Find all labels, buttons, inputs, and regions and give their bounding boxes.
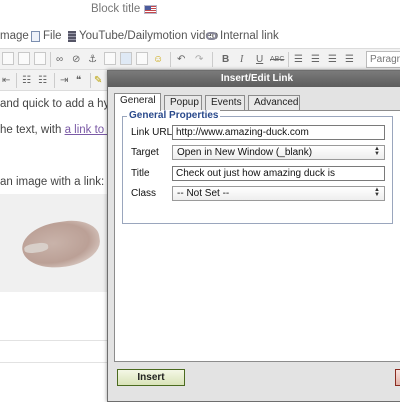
strikethrough-button[interactable]: ABC xyxy=(270,53,284,66)
class-select[interactable]: -- Not Set -- ▲ ▼ xyxy=(172,186,385,201)
content-line-2-text: he text, with xyxy=(0,124,65,136)
insert-internal-link[interactable]: Internal link xyxy=(206,30,279,42)
link-url-input[interactable]: http://www.amazing-duck.com xyxy=(172,125,385,140)
insert-edit-link-dialog: Insert/Edit Link General Popup Events Ad… xyxy=(107,70,400,402)
film-icon xyxy=(68,30,76,42)
toolbar-separator xyxy=(50,52,51,67)
block-title-label: Block title xyxy=(91,3,141,15)
target-select-value: Open in New Window (_blank) xyxy=(177,147,313,158)
numbered-list-icon[interactable]: ☷ xyxy=(38,74,47,87)
align-right-icon[interactable]: ☰ xyxy=(328,53,337,66)
insert-internal-link-label: Internal link xyxy=(220,30,279,42)
toolbar-separator xyxy=(170,52,171,67)
align-center-icon[interactable]: ☰ xyxy=(311,53,320,66)
content-line-1: and quick to add a hype xyxy=(0,98,123,110)
file-icon xyxy=(31,30,40,42)
italic-button[interactable]: I xyxy=(240,53,243,66)
chain-link-icon xyxy=(206,32,217,40)
select-arrows-icon: ▲ ▼ xyxy=(374,146,380,157)
general-properties-fieldset: General Properties Link URL http://www.a… xyxy=(122,110,393,224)
paste-word-icon[interactable] xyxy=(2,52,14,65)
toolbar-separator xyxy=(54,73,55,88)
tab-advanced[interactable]: Advanced xyxy=(248,95,300,110)
indent-icon[interactable]: ⇥ xyxy=(60,74,68,87)
unlink-icon[interactable]: ⊘ xyxy=(72,53,80,66)
content-line-3: an image with a link: xyxy=(0,176,105,188)
title-input[interactable]: Check out just how amazing duck is xyxy=(172,166,385,181)
insert-image-label: mage xyxy=(0,30,29,42)
bullet-list-icon[interactable]: ☷ xyxy=(22,74,31,87)
toolbar-separator xyxy=(288,52,289,67)
anchor-icon[interactable]: ⚓ xyxy=(88,53,97,66)
blockquote-icon[interactable]: ❝ xyxy=(76,74,81,87)
toolbar-separator xyxy=(90,73,91,88)
insert-media-icon[interactable] xyxy=(120,52,132,65)
duck-figure xyxy=(19,216,103,273)
target-label: Target xyxy=(131,147,159,158)
align-left-icon[interactable]: ☰ xyxy=(294,53,303,66)
link-url-label: Link URL xyxy=(131,127,173,138)
tab-popup[interactable]: Popup xyxy=(164,95,202,110)
formatting-toolbar-row-1: ∞ ⊘ ⚓ ☺ ↶ ↷ B I U ABC ☰ ☰ ☰ ☰ Paragra xyxy=(0,48,400,70)
toolbar-separator xyxy=(212,52,213,67)
content-divider xyxy=(0,362,112,363)
bold-button[interactable]: B xyxy=(222,53,229,66)
duck-image[interactable] xyxy=(0,194,112,292)
select-all-icon[interactable] xyxy=(34,52,46,65)
insert-image-link[interactable]: mage xyxy=(0,30,29,42)
block-title-row: Block title xyxy=(0,0,400,22)
clean-formatting-icon[interactable]: ✎ xyxy=(94,74,102,87)
tab-events[interactable]: Events xyxy=(205,95,245,110)
select-arrows-icon: ▲ ▼ xyxy=(374,187,380,198)
tab-general[interactable]: General xyxy=(114,93,161,111)
class-select-value: -- Not Set -- xyxy=(177,188,230,199)
align-justify-icon[interactable]: ☰ xyxy=(345,53,354,66)
dialog-title[interactable]: Insert/Edit Link xyxy=(108,71,400,87)
class-label: Class xyxy=(131,188,157,199)
insert-button[interactable]: Insert xyxy=(117,369,185,386)
content-line-2: he text, with a link to a r xyxy=(0,124,121,136)
language-flag-icon[interactable] xyxy=(144,5,157,14)
image-icon[interactable] xyxy=(104,52,116,65)
content-divider xyxy=(0,340,112,341)
insert-video-label: YouTube/Dailymotion video xyxy=(79,30,219,42)
insert-media-bar: mage File YouTube/Dailymotion video Inte… xyxy=(0,27,400,47)
paragraph-format-select[interactable]: Paragra xyxy=(366,51,400,68)
redo-icon[interactable]: ↷ xyxy=(195,53,203,66)
paste-text-icon[interactable] xyxy=(18,52,30,65)
underline-button[interactable]: U xyxy=(256,53,263,66)
cancel-button[interactable] xyxy=(395,369,400,386)
target-select[interactable]: Open in New Window (_blank) ▲ ▼ xyxy=(172,145,385,160)
insert-video-link[interactable]: YouTube/Dailymotion video xyxy=(68,30,218,42)
general-properties-legend: General Properties xyxy=(127,110,221,121)
duck-beak xyxy=(23,241,49,255)
general-tab-panel: General Properties Link URL http://www.a… xyxy=(114,110,400,362)
undo-icon[interactable]: ↶ xyxy=(177,53,185,66)
link-icon[interactable]: ∞ xyxy=(56,53,63,66)
emoticon-icon[interactable]: ☺ xyxy=(153,53,163,66)
title-label: Title xyxy=(131,168,150,179)
embed-icon[interactable] xyxy=(136,52,148,65)
insert-file-link[interactable]: File xyxy=(31,30,62,42)
insert-file-label: File xyxy=(43,30,62,42)
outdent-icon[interactable]: ⇤ xyxy=(2,74,10,87)
toolbar-separator xyxy=(16,73,17,88)
